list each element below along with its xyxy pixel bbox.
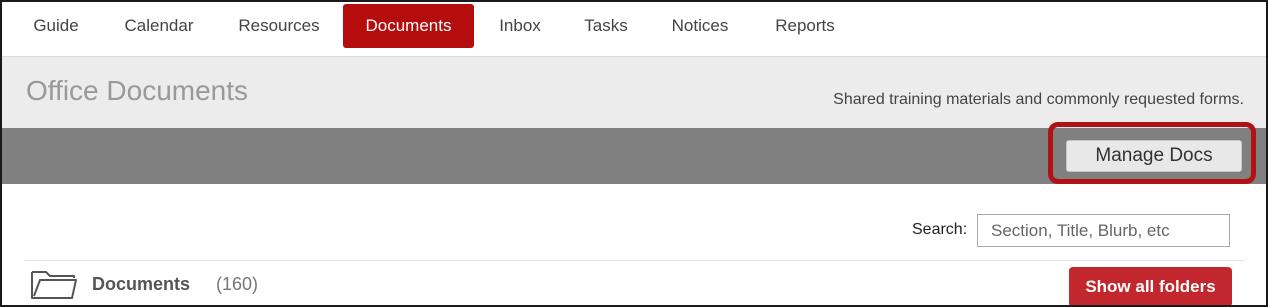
top-nav: Guide Calendar Resources Documents Inbox…	[2, 2, 1266, 56]
documents-label[interactable]: Documents	[92, 274, 190, 295]
divider	[24, 260, 1244, 261]
search-input[interactable]	[977, 214, 1230, 247]
documents-count: (160)	[216, 274, 259, 294]
nav-item-guide[interactable]: Guide	[16, 4, 96, 48]
nav-item-resources[interactable]: Resources	[222, 4, 336, 48]
nav-item-documents[interactable]: Documents	[343, 4, 474, 48]
nav-item-inbox[interactable]: Inbox	[482, 4, 558, 48]
nav-item-tasks[interactable]: Tasks	[570, 4, 642, 48]
app-frame: Guide Calendar Resources Documents Inbox…	[0, 0, 1268, 307]
show-all-folders-button[interactable]: Show all folders	[1069, 267, 1232, 305]
page-title: Office Documents	[26, 75, 249, 106]
page-subtitle: Shared training materials and commonly r…	[833, 91, 1244, 108]
nav-item-reports[interactable]: Reports	[758, 4, 852, 48]
nav-item-notices[interactable]: Notices	[654, 4, 746, 48]
search-label: Search:	[912, 221, 968, 238]
nav-item-calendar[interactable]: Calendar	[108, 4, 210, 48]
manage-docs-button[interactable]: Manage Docs	[1066, 140, 1242, 172]
page-header: Office Documents Shared training materia…	[2, 56, 1266, 128]
folder-icon	[30, 268, 78, 300]
